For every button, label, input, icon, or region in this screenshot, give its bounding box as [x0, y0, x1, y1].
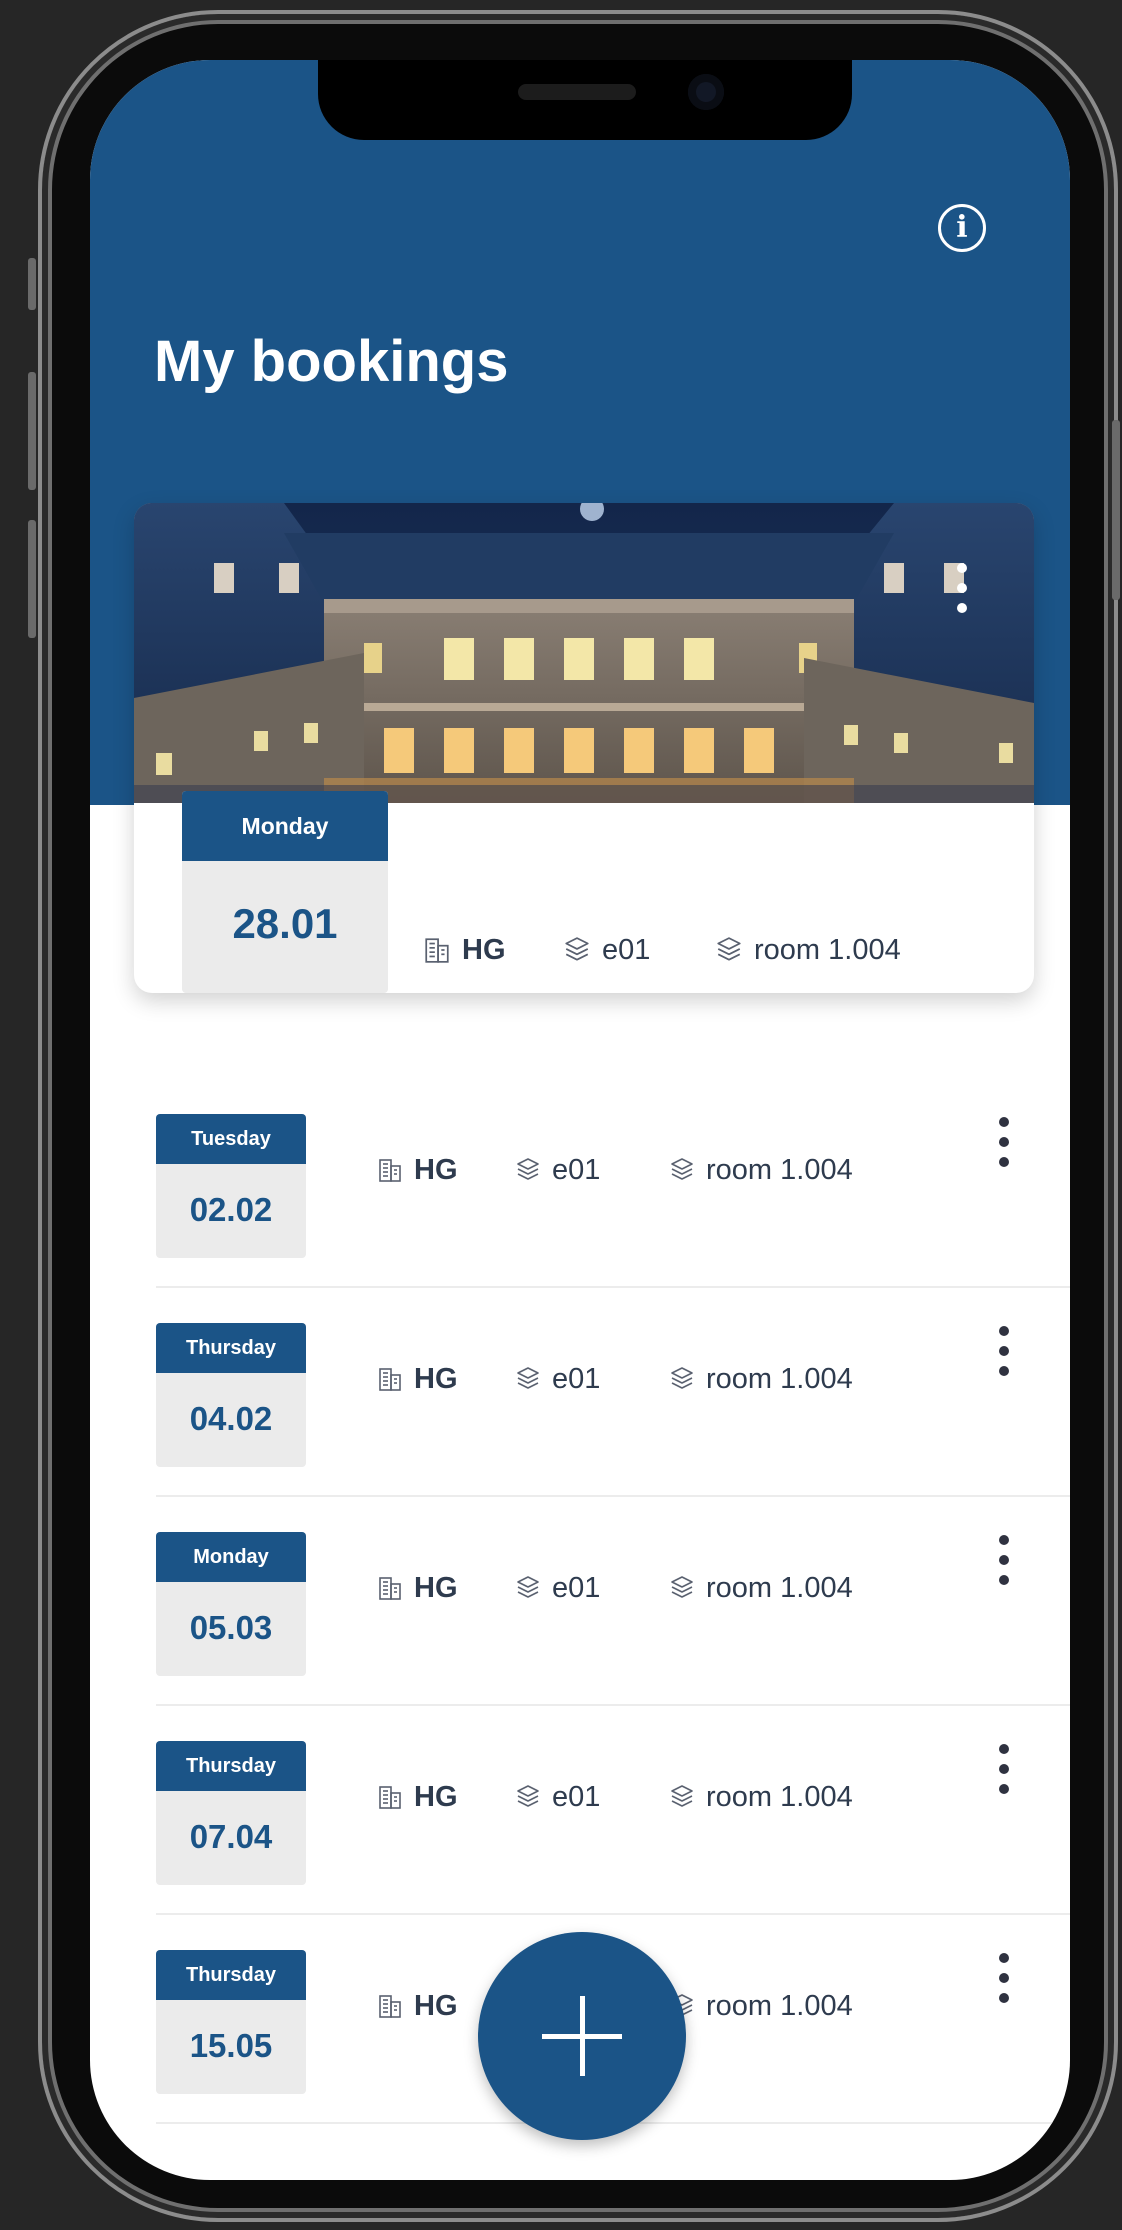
booking-list-item[interactable]: Thursday 07.04 HG e01 room 1.004 — [156, 1705, 1070, 1915]
weekday-label: Thursday — [156, 1950, 306, 2000]
room-label: room 1.004 — [706, 1153, 853, 1186]
layers-icon — [565, 937, 589, 961]
room-info: room 1.004 — [716, 928, 901, 972]
building-icon — [379, 1577, 401, 1600]
room-label: room 1.004 — [706, 1362, 853, 1395]
building-label: HG — [414, 1153, 458, 1186]
weekday-label: Thursday — [156, 1323, 306, 1373]
date-label: 15.05 — [189, 2027, 273, 2064]
floor-label: e01 — [552, 1153, 601, 1186]
building-icon — [379, 1159, 401, 1182]
building-label: HG — [462, 933, 506, 966]
phone-power-button — [1112, 420, 1120, 600]
layers-icon — [517, 1367, 539, 1389]
booking-list-item[interactable]: Thursday 04.02 HG e01 room 1.004 — [156, 1287, 1070, 1497]
add-booking-button[interactable] — [478, 1932, 686, 2140]
featured-date-badge: Monday 28.01 — [182, 791, 388, 993]
date-badge: Monday 05.03 — [156, 1532, 306, 1676]
building-icon — [379, 1786, 401, 1809]
room-info: room 1.004 — [670, 1775, 853, 1819]
speaker-grille — [518, 84, 636, 100]
layers-icon — [671, 1576, 693, 1598]
floor-label: e01 — [552, 1571, 601, 1604]
more-options-icon[interactable] — [994, 1739, 1014, 1799]
room-info: room 1.004 — [670, 1984, 853, 2028]
date-badge: Thursday 15.05 — [156, 1950, 306, 2094]
layers-icon — [717, 937, 741, 961]
page-title: My bookings — [154, 329, 509, 394]
room-label: room 1.004 — [706, 1571, 853, 1604]
weekday-label: Monday — [156, 1532, 306, 1582]
floor-info: e01 — [516, 1775, 600, 1819]
building-info: HG — [424, 928, 506, 972]
camera-notch — [318, 60, 852, 140]
room-info: room 1.004 — [670, 1566, 853, 1610]
info-icon[interactable]: i — [938, 204, 986, 252]
building-label: HG — [414, 1362, 458, 1395]
layers-icon — [671, 1367, 693, 1389]
date-label: 28.01 — [232, 900, 338, 947]
building-info: HG — [378, 1566, 458, 1610]
floor-info: e01 — [516, 1357, 600, 1401]
layers-icon — [671, 1785, 693, 1807]
building-info: HG — [378, 1775, 458, 1819]
front-camera — [688, 74, 724, 110]
floor-info: e01 — [564, 928, 650, 972]
featured-booking-card[interactable]: Monday 28.01 HG e01 room 1.004 — [134, 503, 1034, 993]
building-info: HG — [378, 1148, 458, 1192]
layers-icon — [517, 1158, 539, 1180]
building-courtyard-image — [134, 503, 1034, 803]
layers-icon — [517, 1576, 539, 1598]
booking-list-item[interactable]: Tuesday 02.02 HG e01 room 1.004 — [156, 1078, 1070, 1288]
building-label: HG — [414, 1989, 458, 2022]
room-label: room 1.004 — [706, 1780, 853, 1813]
layers-icon — [671, 1158, 693, 1180]
floor-label: e01 — [602, 933, 651, 966]
weekday-label: Tuesday — [156, 1114, 306, 1164]
floor-info: e01 — [516, 1148, 600, 1192]
room-label: room 1.004 — [706, 1989, 853, 2022]
building-label: HG — [414, 1780, 458, 1813]
weekday-label: Monday — [182, 791, 388, 861]
building-icon — [379, 1368, 401, 1391]
building-icon — [379, 1995, 401, 2018]
phone-volume-up-button — [28, 372, 36, 490]
more-options-icon[interactable] — [952, 558, 972, 618]
building-icon — [425, 938, 449, 963]
plus-icon — [580, 1996, 585, 2076]
more-options-icon[interactable] — [994, 1530, 1014, 1590]
date-label: 04.02 — [189, 1400, 273, 1437]
date-label: 07.04 — [189, 1818, 273, 1855]
phone-side-button — [28, 258, 36, 310]
more-options-icon[interactable] — [994, 1948, 1014, 2008]
weekday-label: Thursday — [156, 1741, 306, 1791]
phone-volume-down-button — [28, 520, 36, 638]
building-info: HG — [378, 1984, 458, 2028]
booking-list-item[interactable]: Monday 05.03 HG e01 room 1.004 — [156, 1496, 1070, 1706]
date-badge: Tuesday 02.02 — [156, 1114, 306, 1258]
floor-label: e01 — [552, 1780, 601, 1813]
floor-info: e01 — [516, 1566, 600, 1610]
building-info: HG — [378, 1357, 458, 1401]
app-screen: i My bookings Monday 28.01 HG e01 room 1… — [90, 60, 1070, 2180]
date-label: 02.02 — [189, 1191, 273, 1228]
date-badge: Thursday 04.02 — [156, 1323, 306, 1467]
room-label: room 1.004 — [754, 933, 901, 966]
more-options-icon[interactable] — [994, 1112, 1014, 1172]
date-label: 05.03 — [189, 1609, 273, 1646]
building-label: HG — [414, 1571, 458, 1604]
floor-label: e01 — [552, 1362, 601, 1395]
date-badge: Thursday 07.04 — [156, 1741, 306, 1885]
more-options-icon[interactable] — [994, 1321, 1014, 1381]
room-info: room 1.004 — [670, 1357, 853, 1401]
layers-icon — [517, 1785, 539, 1807]
room-info: room 1.004 — [670, 1148, 853, 1192]
